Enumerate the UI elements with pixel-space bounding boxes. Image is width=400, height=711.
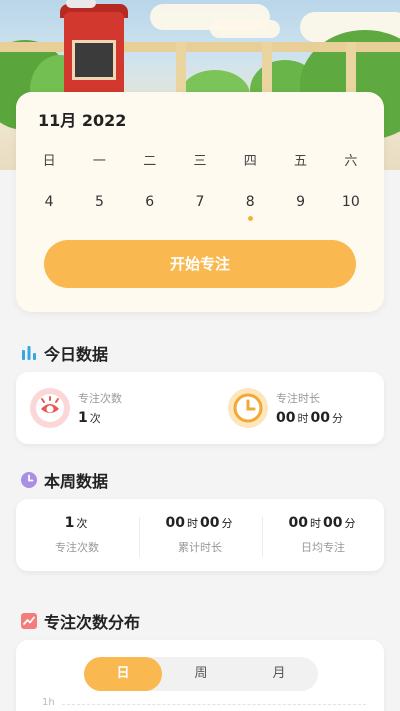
year-label: 2022 — [81, 111, 127, 130]
week-total-time-value: 00 时 00 分 — [165, 515, 233, 531]
date-cell[interactable]: 4 — [24, 194, 74, 210]
week-daily-average-value: 00 时 00 分 — [288, 515, 356, 531]
tab-month[interactable]: 月 — [240, 657, 318, 691]
date-cell[interactable]: 10 — [326, 194, 376, 210]
weekday-label: 二 — [143, 154, 157, 169]
railing — [0, 42, 400, 52]
period-segmented-control: 日 周 月 — [84, 657, 318, 691]
start-focus-button[interactable]: 开始专注 — [44, 240, 356, 288]
weekday-label: 日 — [42, 154, 56, 169]
date-cell[interactable]: 6 — [125, 194, 175, 210]
focus-time-value: 00 时 00 分 — [276, 410, 343, 426]
week-stats-card: 1次 专注次数 00 时 00 分 累计时长 00 时 00 分 日均专注 — [16, 499, 384, 571]
weekday-header: 日 一 二 三 四 五 六 — [24, 150, 376, 169]
clock-icon — [228, 388, 268, 428]
eye-icon — [30, 388, 70, 428]
weekday-label: 三 — [193, 154, 207, 169]
weekday-label: 四 — [243, 154, 257, 169]
date-cell-today[interactable]: 8 — [225, 194, 275, 221]
month-label: 11月 — [38, 111, 77, 130]
cloud — [210, 20, 280, 38]
today-section-title: 今日数据 — [20, 341, 108, 365]
focus-count-value: 1次 — [78, 410, 101, 426]
week-total-time-label: 累计时长 — [178, 541, 222, 554]
today-focus-count: 专注次数 1次 — [30, 388, 122, 428]
week-focus-count: 1次 专注次数 — [16, 515, 138, 555]
weekday-label: 五 — [294, 154, 308, 169]
seagull-icon — [66, 0, 96, 8]
distribution-section-title: 专注次数分布 — [20, 609, 140, 633]
date-cell[interactable]: 5 — [74, 194, 124, 210]
today-stats-card: 专注次数 1次 专注时长 00 时 00 分 — [16, 372, 384, 444]
calendar-month[interactable]: 11月 2022 — [38, 107, 126, 131]
week-title: 本周数据 — [44, 472, 109, 491]
chart-gridline — [62, 704, 366, 705]
distribution-title: 专注次数分布 — [44, 613, 141, 632]
date-cell[interactable]: 9 — [275, 194, 325, 210]
week-focus-count-value: 1次 — [64, 515, 88, 531]
week-section-title: 本周数据 — [20, 468, 108, 492]
date-cell[interactable]: 7 — [175, 194, 225, 210]
today-indicator — [247, 216, 253, 221]
date-row: 4 5 6 7 8 9 10 — [24, 194, 376, 221]
today-focus-time: 专注时长 00 时 00 分 — [228, 388, 345, 428]
today-title: 今日数据 — [44, 345, 109, 364]
bar-chart-icon — [20, 344, 38, 362]
week-daily-average-label: 日均专注 — [301, 541, 345, 554]
tab-day[interactable]: 日 — [84, 657, 162, 691]
focus-count-label: 专注次数 — [78, 392, 122, 405]
weekday-label: 一 — [92, 154, 106, 169]
week-focus-count-label: 专注次数 — [55, 541, 99, 554]
weekday-label: 六 — [344, 154, 358, 169]
phone-booth-window — [72, 40, 116, 80]
focus-time-label: 专注时长 — [276, 392, 320, 405]
week-daily-average: 00 时 00 分 日均专注 — [262, 515, 384, 555]
week-total-time: 00 时 00 分 累计时长 — [139, 515, 261, 555]
chart-axis-label: 1h — [42, 697, 55, 708]
tab-week[interactable]: 周 — [162, 657, 240, 691]
trend-chart-icon — [20, 612, 38, 630]
week-clock-icon — [20, 471, 38, 489]
